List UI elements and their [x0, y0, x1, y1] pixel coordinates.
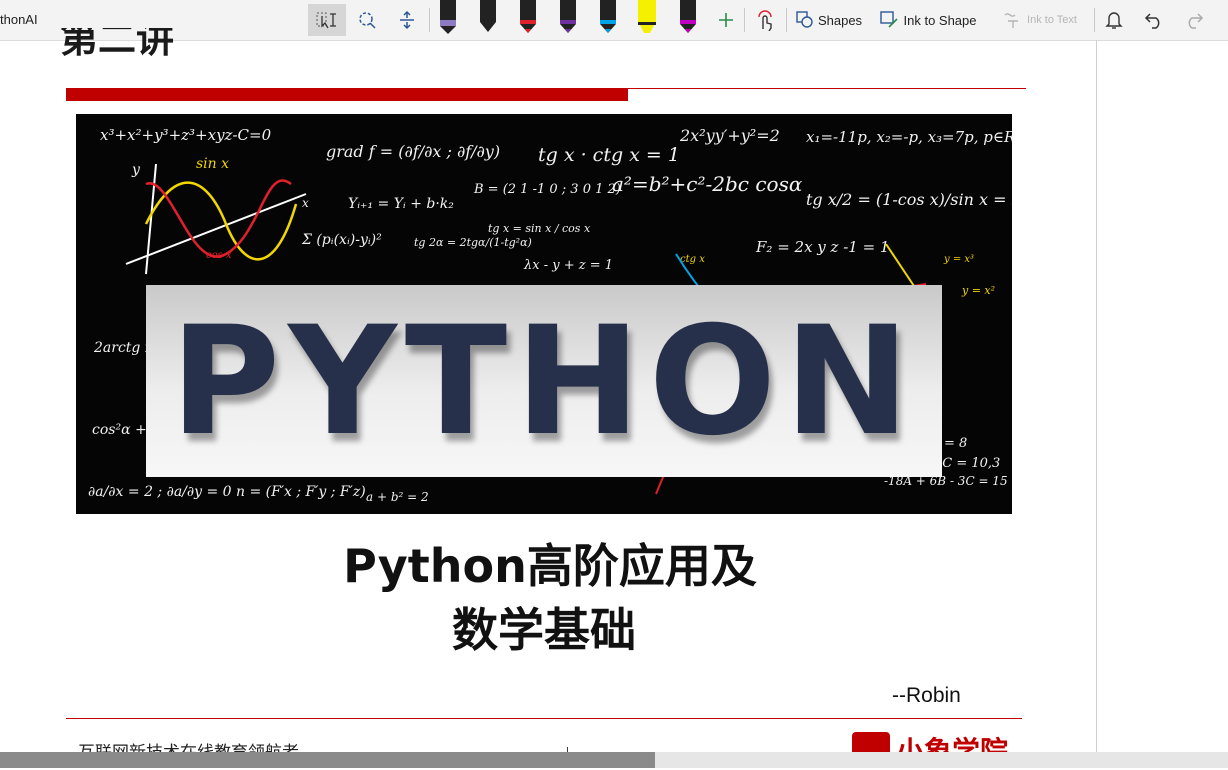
pen-icon — [680, 0, 696, 33]
pen-tool-4[interactable] — [557, 0, 579, 34]
ink-to-text-label: Ink to Text — [1027, 14, 1077, 26]
trig-graph-icon — [125, 164, 307, 275]
undo-icon — [1144, 13, 1160, 29]
pen-tool-1[interactable] — [437, 0, 459, 34]
redo-icon — [1188, 13, 1204, 29]
add-pen-button[interactable] — [714, 4, 738, 36]
pen-icon — [560, 0, 576, 33]
bell-icon — [1105, 12, 1123, 29]
header-accent-bar — [66, 88, 628, 101]
plus-icon — [719, 13, 733, 27]
python-banner: PYTHON — [146, 285, 942, 477]
ink-toolbar: thonAI Shapes Ink to Shape Ink to Text — [0, 0, 1228, 41]
footer-rule — [66, 718, 1022, 719]
formula: B = (2 1 -1 0 ; 3 0 1 2) — [474, 182, 621, 197]
formula: a + b² = 2 — [366, 490, 429, 504]
pen-tool-6[interactable] — [677, 0, 699, 34]
pen-tool-2[interactable] — [477, 0, 499, 34]
python-word: PYTHON — [170, 295, 918, 469]
touch-draw-icon — [758, 10, 772, 31]
toolbar-separator — [744, 8, 745, 32]
toolbar-separator — [1094, 8, 1095, 32]
slide-title-line-2: 数学基础 — [452, 603, 636, 657]
toolbar-separator — [429, 8, 430, 32]
formula: λx - y + z = 1 — [524, 258, 614, 273]
formula: x³+x²+y³+z³+xyz-C=0 — [100, 126, 272, 144]
slide-title-line-1: Python高阶应用及 — [343, 539, 757, 593]
formula: tg 2α = 2tgα/(1-tg²α) — [414, 236, 532, 249]
touch-draw-button[interactable] — [750, 4, 780, 36]
shapes-button[interactable]: Shapes — [794, 4, 864, 36]
select-text-button[interactable] — [308, 4, 346, 36]
add-space-button[interactable] — [392, 4, 422, 36]
formula: n = (F′x ; F′y ; F′z) — [236, 484, 366, 500]
shapes-label: Shapes — [817, 12, 863, 28]
add-space-icon — [400, 10, 414, 30]
ink-to-shape-label: Ink to Shape — [903, 12, 977, 28]
pen-icon — [520, 0, 536, 33]
page-divider — [1096, 40, 1097, 752]
horizontal-scrollbar-track[interactable] — [655, 752, 1228, 768]
pen-icon — [440, 0, 456, 34]
formula: = 8 — [944, 436, 968, 451]
formula: grad f = (∂f/∂x ; ∂f/∂y) — [326, 142, 501, 161]
pen-tool-5[interactable] — [597, 0, 619, 34]
formula: y = x³ — [944, 254, 975, 265]
formula: y = x² — [962, 284, 996, 297]
formula: tg x = sin x / cos x — [488, 222, 591, 235]
pen-icon — [600, 0, 616, 33]
ink-to-text-button: Ink to Text — [996, 4, 1084, 36]
formula: 2x²yy′+y²=2 — [680, 126, 780, 145]
formula: 2arctg x — [94, 340, 153, 356]
formula: Yᵢ₊₁ = Yᵢ + b·k₂ — [348, 196, 454, 212]
lasso-icon — [359, 12, 376, 29]
app-title: thonAI — [0, 12, 38, 27]
ink-to-shape-icon — [879, 11, 898, 28]
formula: tg x/2 = (1-cos x)/sin x = sin x/(1+cos … — [806, 190, 1012, 209]
lasso-select-button[interactable] — [352, 4, 382, 36]
select-text-icon — [316, 12, 336, 29]
undo-button[interactable] — [1140, 4, 1168, 36]
hero-image: x³+x²+y³+z³+xyz-C=0 grad f = (∂f/∂x ; ∂f… — [76, 114, 1012, 514]
ink-to-shape-button[interactable]: Ink to Shape — [878, 4, 978, 36]
pen-tool-3[interactable] — [517, 0, 539, 34]
formula: ∂a/∂x = 2 ; ∂a/∂y = 0 — [88, 484, 232, 500]
horizontal-scrollbar-thumb[interactable] — [0, 752, 655, 768]
highlighter-tool[interactable] — [636, 0, 658, 34]
ink-to-text-icon — [1004, 13, 1019, 28]
toolbar-separator — [786, 8, 787, 32]
ink-replay-button[interactable] — [1100, 4, 1128, 36]
highlighter-icon — [638, 0, 656, 33]
formula: 2C = 10,3 — [934, 456, 1001, 471]
redo-button[interactable] — [1180, 4, 1208, 36]
shapes-icon — [796, 11, 813, 28]
author: --Robin — [892, 684, 961, 707]
formula: a²=b²+c²-2bc cosα — [612, 172, 803, 196]
formula: tg x · ctg x = 1 — [538, 144, 680, 166]
pen-icon — [480, 0, 496, 32]
formula: x₁=-11p, x₂=-p, x₃=7p, p∈R — [806, 128, 1012, 146]
